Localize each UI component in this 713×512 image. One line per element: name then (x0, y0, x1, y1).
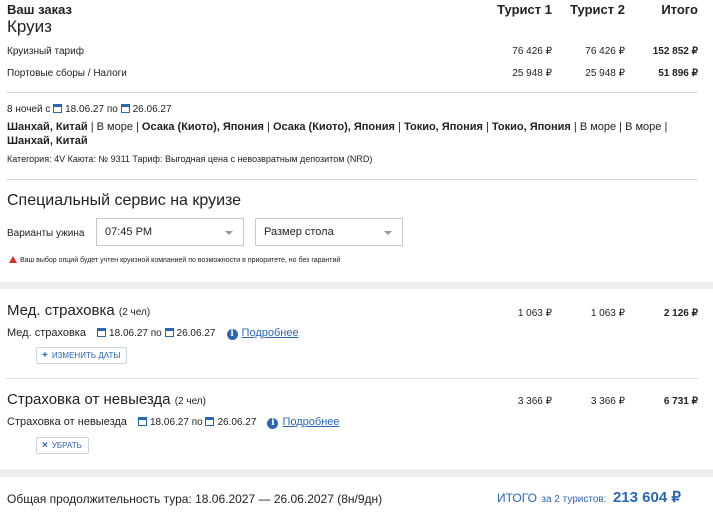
route-separator: | (482, 121, 492, 133)
remove-button[interactable]: × УБРАТЬ (36, 437, 89, 454)
nights-label: 8 ночей с (7, 104, 51, 115)
info-icon: i (226, 329, 238, 340)
date-to: 26.06.27 (217, 417, 257, 428)
tour-duration: Общая продолжительность тура: 18.06.2027… (7, 492, 383, 506)
route-separator: | В море | (87, 121, 142, 133)
date-from: 18.06.27 (65, 104, 105, 115)
divider (6, 179, 698, 180)
calendar-icon (164, 328, 174, 337)
cancel-t1: 3 366 ₽ (517, 396, 552, 407)
col-total: Итого (661, 2, 698, 17)
dinner-label: Варианты ужина (7, 228, 85, 239)
calendar-icon (53, 104, 63, 113)
cancel-insurance-title: Страховка от невыезда (2 чел) (7, 391, 206, 408)
medical-t2: 1 063 ₽ (590, 308, 625, 319)
grand-total: ИТОГО за 2 туристов: 213 604 ₽ (497, 488, 681, 507)
order-summary-card: Ваш заказ Круиз Турист 1 Турист 2 Итого … (0, 0, 713, 282)
date-to: 26.06.27 (176, 328, 216, 339)
insurance-card: Мед. страховка (2 чел) 1 063 ₽ 1 063 ₽ 2… (0, 289, 713, 469)
divider (6, 378, 698, 379)
cancel-insurance-name: Страховка от невыезда (7, 391, 171, 408)
col-tourist-2: Турист 2 (570, 2, 625, 17)
calendar-icon (137, 417, 147, 426)
route-line-2: Шанхай, Китай (7, 135, 88, 147)
total-for: за 2 туристов: (541, 494, 607, 505)
medical-dates: 18.06.27 по 26.06.27 (97, 328, 215, 339)
cancel-sub-label: Страховка от невыезда (7, 416, 127, 428)
price-row-t2: 76 426 ₽ (585, 46, 625, 57)
date-from: 18.06.27 (109, 328, 148, 339)
cancel-total: 6 731 ₽ (663, 396, 698, 407)
col-tourist-1: Турист 1 (497, 2, 552, 17)
medical-sub-label: Мед. страховка (7, 327, 86, 339)
close-icon: × (42, 440, 48, 451)
route-port: Шанхай, Китай (7, 121, 88, 133)
date-by: по (106, 104, 118, 115)
calendar-icon (205, 417, 215, 426)
total-value: 213 604 ₽ (612, 489, 681, 506)
date-to: 26.06.27 (132, 104, 172, 115)
price-row-label: Портовые сборы / Налоги (7, 68, 127, 79)
footer-card: Общая продолжительность тура: 18.06.2027… (0, 477, 713, 512)
change-dates-button[interactable]: + ИЗМЕНИТЬ ДАТЫ (36, 347, 128, 364)
info-icon: i (267, 418, 279, 429)
dinner-select[interactable]: 07:45 PM (96, 218, 244, 246)
route-separator: | (394, 121, 404, 133)
route-port: Токио, Япония (491, 121, 571, 133)
divider (6, 92, 698, 93)
medical-insurance-name: Мед. страховка (7, 302, 115, 319)
itinerary-dates: 8 ночей с 18.06.27 по 26.06.27 (7, 104, 172, 115)
total-label: ИТОГО (497, 491, 537, 505)
person-count: (2 чел) (174, 396, 206, 407)
more-link-text: Подробнее (282, 416, 340, 428)
more-link-text: Подробнее (241, 327, 299, 339)
route-line-1: Шанхай, Китай | В море | Осака (Киото), … (7, 121, 667, 133)
cancel-t2: 3 366 ₽ (590, 396, 625, 407)
dinner-value: 07:45 PM (105, 226, 153, 238)
table-size-select[interactable]: Размер стола (255, 218, 403, 246)
special-service-title: Специальный сервис на круизе (7, 192, 242, 209)
medical-insurance-title: Мед. страховка (2 чел) (7, 302, 150, 319)
cancel-dates: 18.06.27 по 26.06.27 (137, 417, 257, 428)
medical-total: 2 126 ₽ (663, 308, 698, 319)
calendar-icon (120, 104, 130, 113)
more-info-link[interactable]: i Подробнее (226, 327, 299, 340)
cabin-info: Категория: 4V Каюта: № 9311 Тариф: Выгод… (7, 154, 373, 164)
person-count: (2 чел) (118, 307, 151, 318)
cancel-details: Страховка от невыезда 18.06.27 по 26.06.… (7, 416, 340, 429)
price-row-total: 152 852 ₽ (652, 46, 698, 57)
route-port: Токио, Япония (403, 121, 483, 133)
medical-t1: 1 063 ₽ (517, 308, 552, 319)
warning-note: Ваш выбор опций будет учтен круизной ком… (9, 256, 340, 264)
order-label: Ваш заказ (7, 2, 72, 17)
product-title: Круиз (7, 17, 52, 36)
route-separator: | В море | В море | (570, 121, 668, 133)
remove-label: УБРАТЬ (51, 441, 82, 450)
route-port: Осака (Киото), Япония (272, 121, 395, 133)
price-row-total: 51 896 ₽ (658, 68, 698, 79)
plus-icon: + (42, 350, 48, 361)
route-port: Осака (Киото), Япония (141, 121, 264, 133)
price-row-t1: 25 948 ₽ (512, 68, 552, 79)
chevron-down-icon (225, 231, 233, 235)
date-from: 18.06.27 (149, 417, 189, 428)
price-row-label: Круизный тариф (7, 46, 84, 57)
chevron-down-icon (384, 231, 392, 235)
table-size-value: Размер стола (264, 226, 334, 238)
date-by: по (150, 328, 162, 339)
calendar-icon (97, 328, 107, 337)
price-row-t1: 76 426 ₽ (512, 46, 552, 57)
warning-icon (9, 256, 17, 263)
price-row-t2: 25 948 ₽ (585, 68, 625, 79)
change-dates-label: ИЗМЕНИТЬ ДАТЫ (51, 351, 121, 360)
warning-text: Ваш выбор опций будет учтен круизной ком… (20, 257, 341, 264)
more-info-link[interactable]: i Подробнее (267, 416, 340, 429)
route-separator: | (263, 121, 273, 133)
medical-details: Мед. страховка 18.06.27 по 26.06.27 i Под… (7, 327, 299, 340)
date-by: по (191, 417, 203, 428)
